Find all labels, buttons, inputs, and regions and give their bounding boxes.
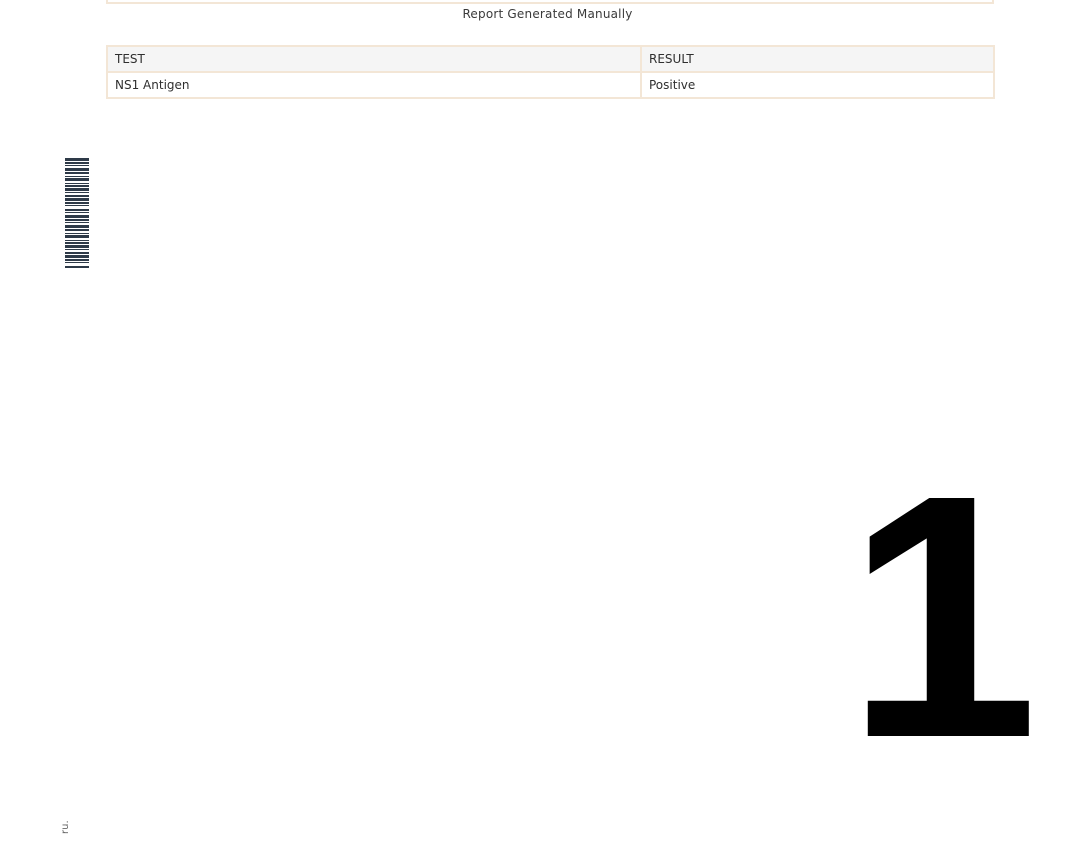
header-result: RESULT <box>640 45 995 73</box>
barcode-bar <box>65 235 89 238</box>
barcode-bar <box>65 225 89 228</box>
barcode-bar <box>65 183 89 184</box>
barcode-bar <box>65 259 89 261</box>
header-test: TEST <box>106 45 642 73</box>
test-name-cell: NS1 Antigen <box>106 71 642 99</box>
test-result-cell: Positive <box>640 71 995 99</box>
page-number: 1 <box>846 424 1039 810</box>
barcode-bar <box>65 222 89 223</box>
barcode-bar <box>65 162 89 164</box>
barcode-bar <box>65 242 89 244</box>
table-row: NS1 Antigen Positive <box>106 71 995 99</box>
barcode-bar <box>65 252 89 254</box>
barcode-bars <box>65 158 89 268</box>
barcode-bar <box>65 249 89 250</box>
barcode-bar <box>65 266 89 268</box>
barcode-bar <box>65 262 89 263</box>
barcode-bar <box>65 176 89 177</box>
barcode-bar <box>65 245 89 248</box>
barcode-bar <box>65 158 89 161</box>
top-divider <box>106 0 994 4</box>
barcode-bar <box>65 209 89 211</box>
barcode-bar <box>65 185 89 187</box>
barcode-bar <box>65 195 89 197</box>
barcode-bar <box>65 233 89 234</box>
barcode-bar <box>65 212 89 213</box>
barcode-bar <box>65 240 89 241</box>
barcode-bar <box>65 219 89 221</box>
barcode-bar <box>65 215 89 218</box>
barcode-icon <box>65 158 89 268</box>
barcode-bar <box>65 202 89 204</box>
barcode-bar <box>65 172 89 174</box>
barcode-bar <box>65 168 89 171</box>
report-footer-note: Report Generated Manually <box>462 7 633 21</box>
barcode-bar <box>65 205 89 206</box>
barcode-bar <box>65 165 89 166</box>
results-table: TEST RESULT NS1 Antigen Positive <box>106 45 995 99</box>
barcode-bar <box>65 198 89 201</box>
table-header-row: TEST RESULT <box>106 45 995 73</box>
barcode-bar <box>65 229 89 231</box>
edge-text: ru. <box>60 820 71 834</box>
barcode-bar <box>65 192 89 193</box>
barcode-bar <box>65 255 89 258</box>
barcode-bar <box>65 178 89 181</box>
barcode-bar <box>65 188 89 191</box>
